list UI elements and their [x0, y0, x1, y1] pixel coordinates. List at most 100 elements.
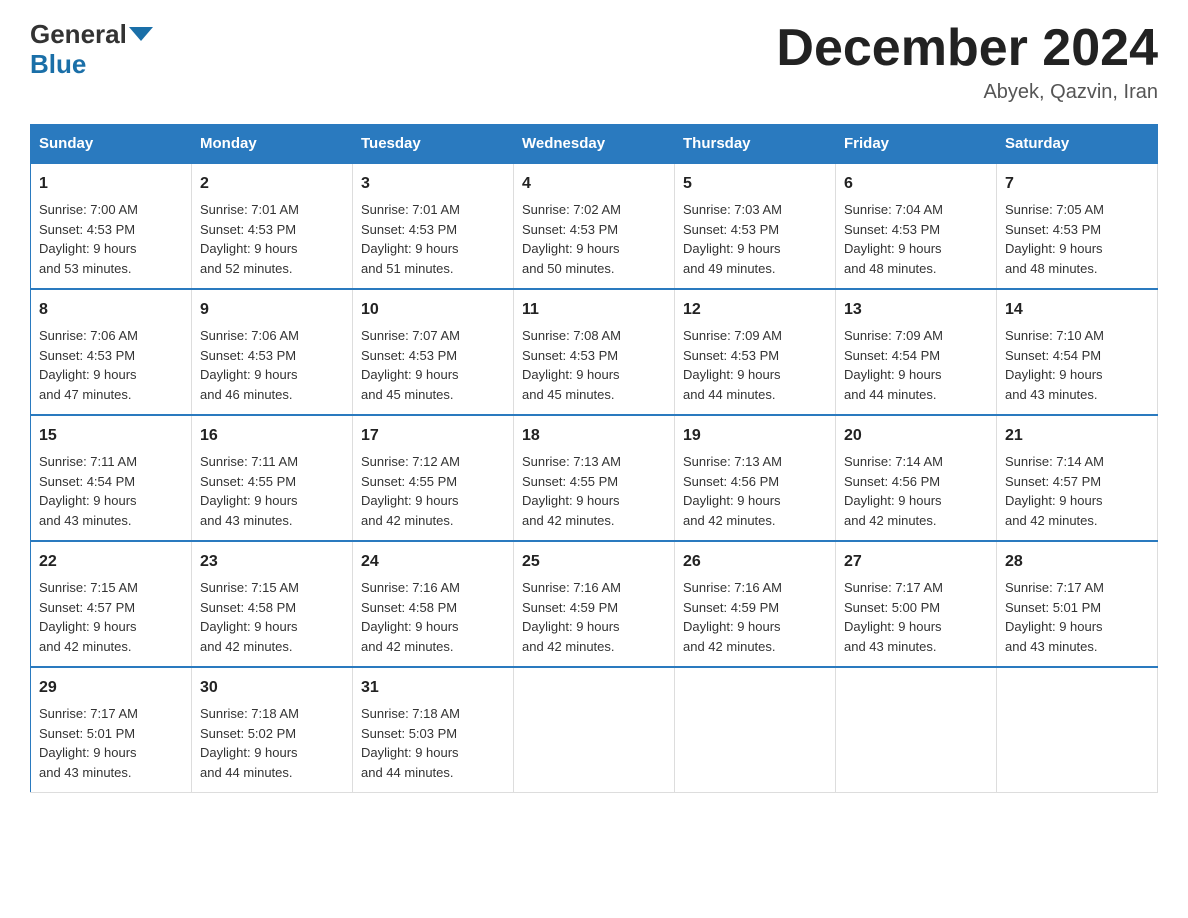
title-block: December 2024 Abyek, Qazvin, Iran [776, 20, 1158, 104]
header-wednesday: Wednesday [514, 125, 675, 164]
day-info: Sunrise: 7:12 AMSunset: 4:55 PMDaylight:… [361, 452, 505, 530]
calendar-cell: 21 Sunrise: 7:14 AMSunset: 4:57 PMDayligh… [997, 415, 1158, 541]
calendar-table: SundayMondayTuesdayWednesdayThursdayFrid… [30, 124, 1158, 793]
calendar-cell: 22Sunrise: 7:15 AMSunset: 4:57 PMDayligh… [31, 541, 192, 667]
day-number: 3 [361, 172, 505, 196]
page-header: General Blue December 2024 Abyek, Qazvin… [30, 20, 1158, 104]
header-thursday: Thursday [675, 125, 836, 164]
day-number: 21 [1005, 424, 1149, 448]
calendar-cell: 13 Sunrise: 7:09 AMSunset: 4:54 PMDayligh… [836, 289, 997, 415]
calendar-cell: 27 Sunrise: 7:17 AMSunset: 5:00 PMDayligh… [836, 541, 997, 667]
calendar-cell: 12 Sunrise: 7:09 AMSunset: 4:53 PMDayligh… [675, 289, 836, 415]
calendar-cell: 24 Sunrise: 7:16 AMSunset: 4:58 PMDayligh… [353, 541, 514, 667]
day-number: 19 [683, 424, 827, 448]
day-info: Sunrise: 7:16 AMSunset: 4:59 PMDaylight:… [522, 578, 666, 656]
calendar-cell: 26 Sunrise: 7:16 AMSunset: 4:59 PMDayligh… [675, 541, 836, 667]
day-number: 28 [1005, 550, 1149, 574]
logo-text-general: General [30, 20, 127, 49]
calendar-cell: 8 Sunrise: 7:06 AMSunset: 4:53 PMDaylight… [31, 289, 192, 415]
day-info: Sunrise: 7:14 AMSunset: 4:57 PMDaylight:… [1005, 452, 1149, 530]
header-tuesday: Tuesday [353, 125, 514, 164]
logo-text-blue: Blue [30, 49, 86, 80]
day-number: 14 [1005, 298, 1149, 322]
day-number: 31 [361, 676, 505, 700]
day-number: 26 [683, 550, 827, 574]
day-number: 11 [522, 298, 666, 322]
calendar-cell [514, 667, 675, 793]
calendar-cell: 10Sunrise: 7:07 AMSunset: 4:53 PMDayligh… [353, 289, 514, 415]
day-number: 12 [683, 298, 827, 322]
calendar-cell: 14 Sunrise: 7:10 AMSunset: 4:54 PMDayligh… [997, 289, 1158, 415]
logo: General Blue [30, 20, 153, 80]
day-info: Sunrise: 7:06 AMSunset: 4:53 PMDaylight:… [39, 326, 183, 404]
day-number: 29 [39, 676, 183, 700]
week-row-2: 8 Sunrise: 7:06 AMSunset: 4:53 PMDaylight… [31, 289, 1158, 415]
day-number: 1 [39, 172, 183, 196]
day-info: Sunrise: 7:01 AMSunset: 4:53 PMDaylight:… [200, 200, 344, 278]
day-number: 16 [200, 424, 344, 448]
day-info: Sunrise: 7:15 AMSunset: 4:58 PMDaylight:… [200, 578, 344, 656]
day-number: 6 [844, 172, 988, 196]
week-row-4: 22Sunrise: 7:15 AMSunset: 4:57 PMDayligh… [31, 541, 1158, 667]
calendar-cell: 3 Sunrise: 7:01 AMSunset: 4:53 PMDaylight… [353, 163, 514, 289]
calendar-cell: 23Sunrise: 7:15 AMSunset: 4:58 PMDayligh… [192, 541, 353, 667]
calendar-header-row: SundayMondayTuesdayWednesdayThursdayFrid… [31, 125, 1158, 164]
day-number: 5 [683, 172, 827, 196]
calendar-cell: 30 Sunrise: 7:18 AMSunset: 5:02 PMDayligh… [192, 667, 353, 793]
day-info: Sunrise: 7:14 AMSunset: 4:56 PMDaylight:… [844, 452, 988, 530]
month-title: December 2024 [776, 20, 1158, 77]
calendar-cell: 11Sunrise: 7:08 AMSunset: 4:53 PMDayligh… [514, 289, 675, 415]
day-info: Sunrise: 7:13 AMSunset: 4:56 PMDaylight:… [683, 452, 827, 530]
day-info: Sunrise: 7:09 AMSunset: 4:53 PMDaylight:… [683, 326, 827, 404]
calendar-cell: 16 Sunrise: 7:11 AMSunset: 4:55 PMDayligh… [192, 415, 353, 541]
calendar-cell [997, 667, 1158, 793]
day-info: Sunrise: 7:10 AMSunset: 4:54 PMDaylight:… [1005, 326, 1149, 404]
calendar-cell: 9 Sunrise: 7:06 AMSunset: 4:53 PMDaylight… [192, 289, 353, 415]
calendar-cell: 5 Sunrise: 7:03 AMSunset: 4:53 PMDaylight… [675, 163, 836, 289]
day-info: Sunrise: 7:17 AMSunset: 5:01 PMDaylight:… [1005, 578, 1149, 656]
day-info: Sunrise: 7:02 AMSunset: 4:53 PMDaylight:… [522, 200, 666, 278]
day-info: Sunrise: 7:03 AMSunset: 4:53 PMDaylight:… [683, 200, 827, 278]
day-number: 20 [844, 424, 988, 448]
day-info: Sunrise: 7:18 AMSunset: 5:03 PMDaylight:… [361, 704, 505, 782]
day-info: Sunrise: 7:18 AMSunset: 5:02 PMDaylight:… [200, 704, 344, 782]
day-info: Sunrise: 7:16 AMSunset: 4:59 PMDaylight:… [683, 578, 827, 656]
week-row-3: 15 Sunrise: 7:11 AMSunset: 4:54 PMDayligh… [31, 415, 1158, 541]
header-monday: Monday [192, 125, 353, 164]
header-friday: Friday [836, 125, 997, 164]
day-info: Sunrise: 7:06 AMSunset: 4:53 PMDaylight:… [200, 326, 344, 404]
day-number: 30 [200, 676, 344, 700]
week-row-1: 1Sunrise: 7:00 AMSunset: 4:53 PMDaylight… [31, 163, 1158, 289]
day-info: Sunrise: 7:11 AMSunset: 4:55 PMDaylight:… [200, 452, 344, 530]
day-info: Sunrise: 7:11 AMSunset: 4:54 PMDaylight:… [39, 452, 183, 530]
day-number: 9 [200, 298, 344, 322]
day-number: 15 [39, 424, 183, 448]
calendar-cell: 25 Sunrise: 7:16 AMSunset: 4:59 PMDayligh… [514, 541, 675, 667]
day-info: Sunrise: 7:17 AMSunset: 5:00 PMDaylight:… [844, 578, 988, 656]
day-number: 25 [522, 550, 666, 574]
header-sunday: Sunday [31, 125, 192, 164]
day-number: 10 [361, 298, 505, 322]
day-number: 22 [39, 550, 183, 574]
location-subtitle: Abyek, Qazvin, Iran [776, 81, 1158, 104]
day-info: Sunrise: 7:01 AMSunset: 4:53 PMDaylight:… [361, 200, 505, 278]
calendar-cell [836, 667, 997, 793]
calendar-cell: 15 Sunrise: 7:11 AMSunset: 4:54 PMDayligh… [31, 415, 192, 541]
day-info: Sunrise: 7:05 AMSunset: 4:53 PMDaylight:… [1005, 200, 1149, 278]
calendar-cell: 29Sunrise: 7:17 AMSunset: 5:01 PMDayligh… [31, 667, 192, 793]
day-number: 2 [200, 172, 344, 196]
day-number: 27 [844, 550, 988, 574]
calendar-cell: 17Sunrise: 7:12 AMSunset: 4:55 PMDayligh… [353, 415, 514, 541]
calendar-cell: 6 Sunrise: 7:04 AMSunset: 4:53 PMDaylight… [836, 163, 997, 289]
calendar-cell: 19 Sunrise: 7:13 AMSunset: 4:56 PMDayligh… [675, 415, 836, 541]
calendar-cell: 20 Sunrise: 7:14 AMSunset: 4:56 PMDayligh… [836, 415, 997, 541]
day-number: 24 [361, 550, 505, 574]
day-number: 13 [844, 298, 988, 322]
day-number: 8 [39, 298, 183, 322]
day-info: Sunrise: 7:09 AMSunset: 4:54 PMDaylight:… [844, 326, 988, 404]
calendar-cell: 7Sunrise: 7:05 AMSunset: 4:53 PMDaylight… [997, 163, 1158, 289]
calendar-cell: 1Sunrise: 7:00 AMSunset: 4:53 PMDaylight… [31, 163, 192, 289]
day-info: Sunrise: 7:16 AMSunset: 4:58 PMDaylight:… [361, 578, 505, 656]
header-saturday: Saturday [997, 125, 1158, 164]
day-info: Sunrise: 7:04 AMSunset: 4:53 PMDaylight:… [844, 200, 988, 278]
